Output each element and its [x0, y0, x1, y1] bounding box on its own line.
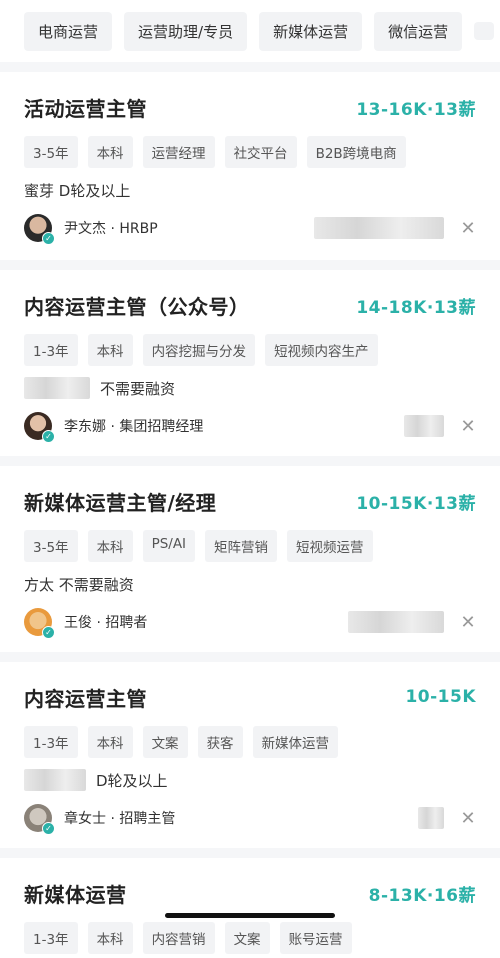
- job-tags: 1-3年 本科 内容挖掘与分发 短视频内容生产: [24, 334, 476, 366]
- company-info: 方太 不需要融资: [24, 574, 476, 594]
- job-card[interactable]: 新媒体运营 8-13K·16薪 1-3年 本科 内容营销 文案 账号运营: [0, 858, 500, 958]
- recruiter-name: 尹文杰 · HRBP: [64, 221, 158, 237]
- job-tags: 3-5年 本科 PS/AI 矩阵营销 短视频运营: [24, 530, 476, 562]
- redacted-block: [418, 807, 444, 829]
- close-icon[interactable]: ✕: [460, 416, 476, 437]
- job-tag: 3-5年: [24, 136, 78, 168]
- job-tag: 内容营销: [142, 922, 215, 954]
- job-card[interactable]: 新媒体运营主管/经理 10-15K·13薪 3-5年 本科 PS/AI 矩阵营销…: [0, 466, 500, 652]
- job-salary: 13-16K·13薪: [356, 99, 476, 120]
- recruiter-name: 李东娜 · 集团招聘经理: [64, 419, 204, 435]
- job-tag: 本科: [87, 136, 133, 168]
- job-tags: 3-5年 本科 运营经理 社交平台 B2B跨境电商: [24, 136, 476, 168]
- job-tag: B2B跨境电商: [306, 136, 406, 168]
- filter-chip[interactable]: 微信运营: [374, 11, 463, 51]
- company-text: 方太 不需要融资: [24, 575, 134, 594]
- job-tag: 运营经理: [142, 136, 215, 168]
- job-tag: 新媒体运营: [252, 726, 339, 758]
- redacted-block: [314, 217, 444, 239]
- job-tag: 3-5年: [24, 530, 78, 562]
- recruiter-row: ✓ 李东娜 · 集团招聘经理 ✕: [24, 398, 476, 454]
- job-title: 内容运营主管（公众号）: [24, 294, 250, 319]
- job-title: 活动运营主管: [24, 96, 147, 121]
- redacted-block: [24, 377, 90, 399]
- recruiter-row: ✓ 章女士 · 招聘主管 ✕: [24, 790, 476, 846]
- job-title: 内容运营主管: [24, 686, 147, 711]
- job-tag: 本科: [87, 922, 133, 954]
- company-info: 不需要融资: [24, 377, 476, 399]
- close-icon[interactable]: ✕: [460, 218, 476, 239]
- job-tag: 获客: [197, 726, 243, 758]
- job-tag: PS/AI: [142, 530, 196, 562]
- recruiter-avatar: ✓: [24, 412, 55, 443]
- job-tag: 本科: [87, 726, 133, 758]
- verified-badge-icon: ✓: [42, 232, 55, 245]
- job-tag: 本科: [87, 334, 133, 366]
- close-icon[interactable]: ✕: [460, 612, 476, 633]
- job-salary: 8-13K·16薪: [368, 885, 476, 906]
- recruiter-avatar: ✓: [24, 214, 55, 245]
- home-indicator[interactable]: [165, 913, 335, 918]
- verified-badge-icon: ✓: [42, 430, 55, 443]
- company-text: 不需要融资: [100, 379, 176, 398]
- company-text: 蜜芽 D轮及以上: [24, 181, 131, 200]
- redacted-block: [404, 415, 444, 437]
- redacted-block: [24, 769, 86, 791]
- job-card[interactable]: 内容运营主管 10-15K 1-3年 本科 文案 获客 新媒体运营 D轮及以上 …: [0, 662, 500, 848]
- filter-bar: 电商运营 运营助理/专员 新媒体运营 微信运营: [0, 0, 500, 62]
- job-tag: 1-3年: [24, 922, 78, 954]
- company-text: D轮及以上: [96, 771, 168, 790]
- recruiter-row: ✓ 尹文杰 · HRBP ✕: [24, 200, 476, 256]
- recruiter-name: 王俊 · 招聘者: [64, 615, 148, 631]
- verified-badge-icon: ✓: [42, 822, 55, 835]
- job-salary: 14-18K·13薪: [356, 297, 476, 318]
- recruiter-avatar: ✓: [24, 804, 55, 835]
- job-tag: 短视频运营: [287, 530, 373, 562]
- job-title: 新媒体运营: [24, 882, 127, 907]
- job-tag: 本科: [87, 530, 133, 562]
- job-tag: 矩阵营销: [205, 530, 278, 562]
- filter-chip[interactable]: 电商运营: [24, 11, 113, 51]
- job-tag: 账号运营: [279, 922, 352, 954]
- recruiter-row: ✓ 王俊 · 招聘者 ✕: [24, 594, 476, 650]
- job-tag: 1-3年: [24, 334, 78, 366]
- filter-chip[interactable]: 运营助理/专员: [124, 11, 248, 51]
- job-tag: 1-3年: [24, 726, 78, 758]
- redacted-block: [348, 611, 444, 633]
- job-salary: 10-15K: [405, 687, 476, 707]
- job-tag: 短视频内容生产: [265, 334, 378, 366]
- verified-badge-icon: ✓: [42, 626, 55, 639]
- job-card[interactable]: 内容运营主管（公众号） 14-18K·13薪 1-3年 本科 内容挖掘与分发 短…: [0, 270, 500, 456]
- filter-chip-partial[interactable]: [474, 22, 495, 40]
- company-info: 蜜芽 D轮及以上: [24, 180, 476, 200]
- job-card[interactable]: 活动运营主管 13-16K·13薪 3-5年 本科 运营经理 社交平台 B2B跨…: [0, 72, 500, 260]
- job-tag: 文案: [142, 726, 188, 758]
- job-tag: 社交平台: [224, 136, 297, 168]
- job-title: 新媒体运营主管/经理: [24, 490, 217, 515]
- job-tag: 文案: [224, 922, 270, 954]
- job-tag: 内容挖掘与分发: [142, 334, 256, 366]
- company-info: D轮及以上: [24, 769, 476, 791]
- recruiter-avatar: ✓: [24, 608, 55, 639]
- job-tags: 1-3年 本科 内容营销 文案 账号运营: [24, 922, 476, 954]
- job-tags: 1-3年 本科 文案 获客 新媒体运营: [24, 726, 476, 758]
- close-icon[interactable]: ✕: [460, 808, 476, 829]
- filter-chip[interactable]: 新媒体运营: [259, 11, 363, 51]
- job-salary: 10-15K·13薪: [356, 493, 476, 514]
- recruiter-name: 章女士 · 招聘主管: [64, 811, 176, 827]
